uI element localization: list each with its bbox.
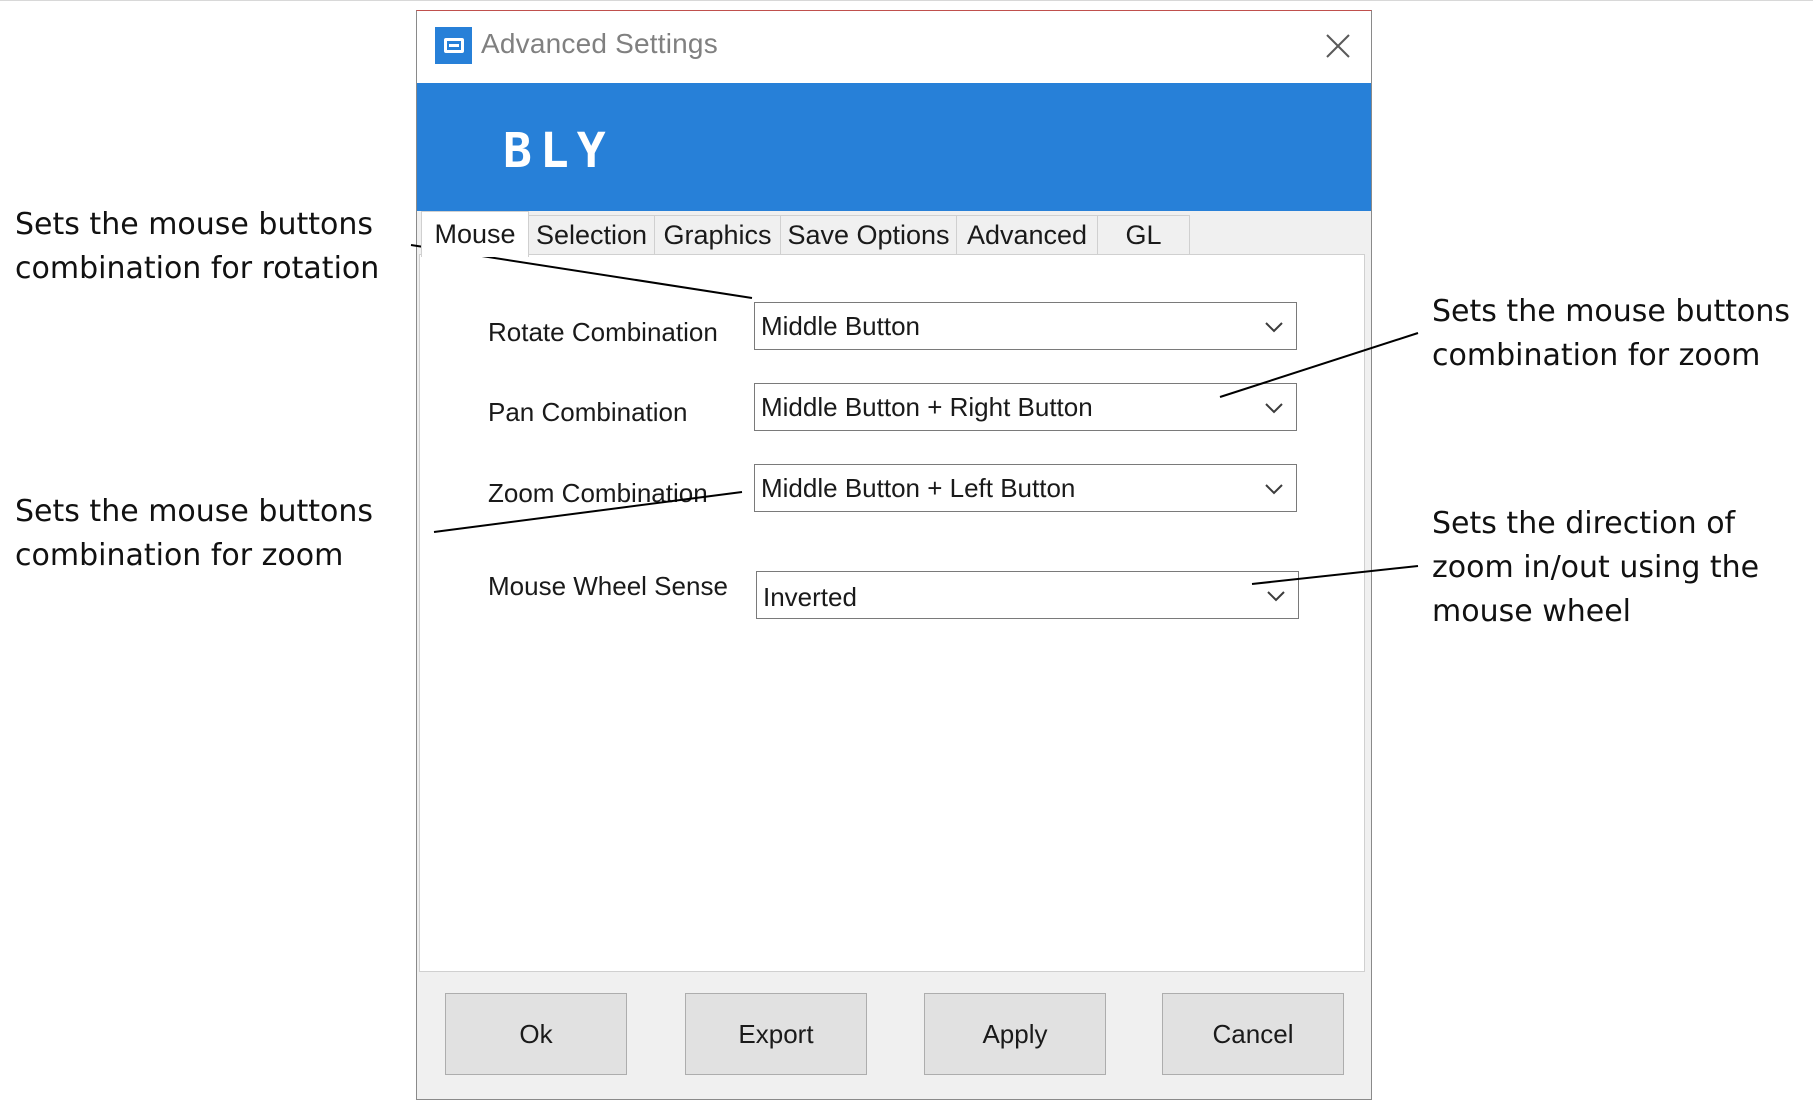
rotate-combination-select[interactable]: Middle Button bbox=[754, 302, 1297, 350]
annotation-wheel-line-1: Sets the direction of bbox=[1432, 506, 1736, 541]
tab-save-options[interactable]: Save Options bbox=[780, 215, 957, 255]
tab-selection[interactable]: Selection bbox=[528, 215, 655, 255]
annotation-rotate: Sets the mouse buttons combination for r… bbox=[15, 203, 379, 291]
pan-combination-select[interactable]: Middle Button + Right Button bbox=[754, 383, 1297, 431]
advanced-settings-dialog: Advanced Settings BLY Mouse Selection Gr… bbox=[416, 10, 1372, 1100]
apply-button[interactable]: Apply bbox=[924, 993, 1106, 1075]
ok-button[interactable]: Ok bbox=[445, 993, 627, 1075]
rotate-combination-label: Rotate Combination bbox=[488, 317, 718, 347]
header-banner: BLY bbox=[417, 83, 1371, 211]
rotate-combination-value: Middle Button bbox=[761, 311, 920, 341]
export-button[interactable]: Export bbox=[685, 993, 867, 1075]
close-button[interactable] bbox=[1311, 19, 1363, 71]
mouse-wheel-sense-select[interactable]: Inverted bbox=[756, 571, 1299, 619]
zoom-combination-select[interactable]: Middle Button + Left Button bbox=[754, 464, 1297, 512]
annotation-zoom: Sets the mouse buttons combination for z… bbox=[15, 490, 373, 578]
pan-combination-label: Pan Combination bbox=[488, 397, 688, 427]
cancel-button[interactable]: Cancel bbox=[1162, 993, 1344, 1075]
chevron-down-icon bbox=[1265, 322, 1283, 333]
annotation-pan-line-1: Sets the mouse buttons bbox=[1432, 294, 1790, 329]
title-bar: Advanced Settings bbox=[417, 11, 1371, 83]
annotation-pan-line-2: combination for zoom bbox=[1432, 338, 1761, 373]
zoom-combination-label: Zoom Combination bbox=[488, 478, 708, 508]
mouse-wheel-sense-value: Inverted bbox=[763, 582, 857, 612]
annotation-zoom-line-2: combination for zoom bbox=[15, 538, 344, 573]
mouse-wheel-sense-label: Mouse Wheel Sense bbox=[488, 571, 728, 601]
annotation-rotate-line-1: Sets the mouse buttons bbox=[15, 207, 373, 242]
app-b-icon bbox=[435, 27, 472, 64]
annotation-zoom-line-1: Sets the mouse buttons bbox=[15, 494, 373, 529]
close-icon bbox=[1326, 34, 1350, 58]
top-divider bbox=[0, 0, 1813, 1]
pan-combination-value: Middle Button + Right Button bbox=[761, 392, 1093, 422]
tab-strip: Mouse Selection Graphics Save Options Ad… bbox=[417, 211, 1371, 257]
mouse-tab-panel: Rotate Combination Middle Button Pan Com… bbox=[419, 254, 1365, 972]
annotation-rotate-line-2: combination for rotation bbox=[15, 251, 380, 286]
window-title: Advanced Settings bbox=[481, 28, 718, 59]
chevron-down-icon bbox=[1267, 591, 1285, 602]
tab-mouse[interactable]: Mouse bbox=[421, 211, 529, 257]
tab-gl[interactable]: GL bbox=[1097, 215, 1190, 255]
chevron-down-icon bbox=[1265, 403, 1283, 414]
tab-graphics[interactable]: Graphics bbox=[654, 215, 781, 255]
annotation-wheel-line-3: mouse wheel bbox=[1432, 594, 1632, 629]
zoom-combination-value: Middle Button + Left Button bbox=[761, 473, 1076, 503]
annotation-wheel: Sets the direction of zoom in/out using … bbox=[1432, 502, 1759, 634]
annotation-pan: Sets the mouse buttons combination for z… bbox=[1432, 290, 1790, 378]
annotation-wheel-line-2: zoom in/out using the bbox=[1432, 550, 1760, 585]
tab-advanced[interactable]: Advanced bbox=[956, 215, 1098, 255]
chevron-down-icon bbox=[1265, 484, 1283, 495]
bly-logo: BLY bbox=[503, 123, 614, 179]
